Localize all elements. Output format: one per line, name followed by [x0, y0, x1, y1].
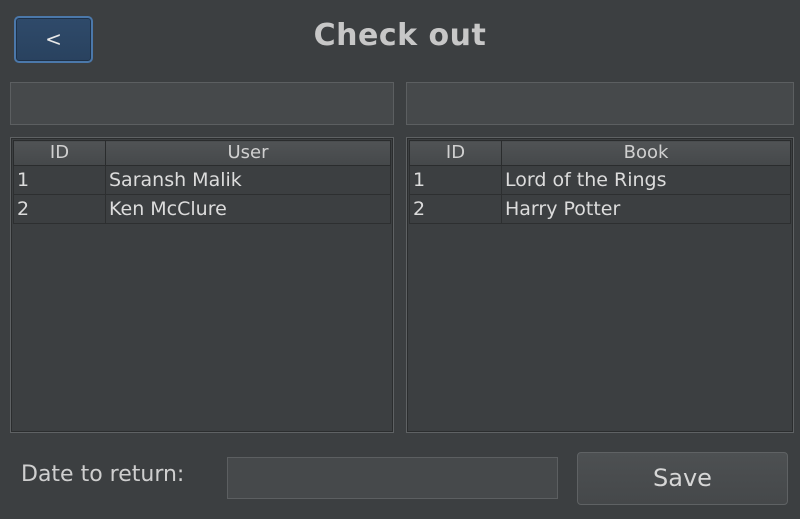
- book-id-cell: 2: [409, 194, 502, 224]
- users-table-panel[interactable]: ID User 1 Saransh Malik 2 Ken McClure: [10, 137, 394, 433]
- user-search-input[interactable]: [10, 82, 394, 125]
- checkout-window: < Check out ID User 1 Saransh Malik 2 Ke…: [0, 0, 800, 519]
- column-header-id[interactable]: ID: [13, 140, 106, 166]
- user-id-cell: 2: [13, 194, 106, 224]
- book-search-input[interactable]: [406, 82, 794, 125]
- column-header-id[interactable]: ID: [409, 140, 502, 166]
- date-to-return-label: Date to return:: [21, 462, 185, 487]
- books-table: ID Book 1 Lord of the Rings 2 Harry Pott…: [409, 140, 791, 224]
- table-row[interactable]: 1 Saransh Malik: [13, 165, 391, 195]
- user-id-cell: 1: [13, 165, 106, 195]
- column-header-book[interactable]: Book: [501, 140, 791, 166]
- book-id-cell: 1: [409, 165, 502, 195]
- book-title-cell: Harry Potter: [501, 194, 791, 224]
- book-title-cell: Lord of the Rings: [501, 165, 791, 195]
- table-row[interactable]: 2 Harry Potter: [409, 194, 791, 224]
- column-header-user[interactable]: User: [105, 140, 391, 166]
- users-table-header: ID User: [13, 140, 391, 166]
- page-title: Check out: [313, 18, 487, 53]
- books-table-panel[interactable]: ID Book 1 Lord of the Rings 2 Harry Pott…: [406, 137, 794, 433]
- user-name-cell: Saransh Malik: [105, 165, 391, 195]
- table-row[interactable]: 1 Lord of the Rings: [409, 165, 791, 195]
- date-to-return-input[interactable]: [227, 457, 558, 499]
- save-button[interactable]: Save: [577, 452, 788, 505]
- users-table: ID User 1 Saransh Malik 2 Ken McClure: [13, 140, 391, 224]
- books-table-header: ID Book: [409, 140, 791, 166]
- user-name-cell: Ken McClure: [105, 194, 391, 224]
- table-row[interactable]: 2 Ken McClure: [13, 194, 391, 224]
